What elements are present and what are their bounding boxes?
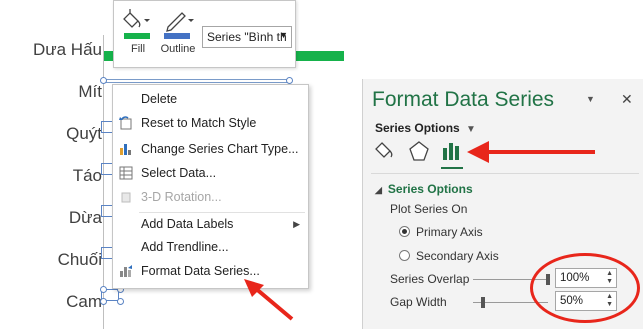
fill-button[interactable]: Fill — [118, 7, 158, 55]
menu-item-change-chart-type[interactable]: Change Series Chart Type... — [113, 138, 308, 160]
series-overlap-label: Series Overlap — [390, 272, 470, 286]
series-select-dropdown[interactable]: Series "Bình th ▼ — [202, 26, 292, 48]
pane-title: Format Data Series — [372, 88, 555, 111]
active-tab-indicator — [441, 167, 463, 169]
menu-item-select-data[interactable]: Select Data... — [113, 162, 308, 184]
pen-outline-icon — [164, 12, 194, 39]
annotation-arrow — [244, 279, 294, 321]
series-select-value: Series "Bình th — [207, 30, 287, 44]
selection-handle[interactable] — [100, 298, 107, 305]
pane-divider — [371, 173, 639, 174]
section-title: Series Options — [387, 182, 473, 196]
menu-item-3d-rotation: 3-D Rotation... — [113, 186, 308, 208]
category-label: Dừa — [68, 208, 102, 227]
series-options-dropdown[interactable]: Series Options ▼ — [375, 121, 476, 135]
3d-rotation-icon — [121, 192, 131, 203]
series-options-label: Series Options — [375, 121, 460, 135]
primary-axis-radio[interactable]: Primary Axis — [399, 225, 483, 239]
outline-label: Outline — [160, 43, 196, 55]
menu-item-label: Select Data... — [141, 166, 217, 180]
reset-style-icon — [119, 116, 132, 130]
outline-button[interactable]: Outline — [158, 7, 198, 55]
selection-handle[interactable] — [117, 298, 124, 305]
selection-handle[interactable] — [100, 77, 107, 84]
menu-item-label: Add Data Labels — [141, 217, 234, 231]
effects-tab-icon[interactable] — [407, 139, 431, 163]
secondary-axis-radio[interactable]: Secondary Axis — [399, 249, 499, 263]
submenu-arrow-icon: ▶ — [293, 219, 300, 229]
category-label: Táo — [72, 166, 102, 185]
menu-item-add-trendline[interactable]: Add Trendline... — [113, 236, 308, 258]
menu-item-label: Reset to Match Style — [141, 116, 257, 130]
fill-label: Fill — [130, 43, 146, 55]
chevron-down-icon: ▼ — [279, 30, 288, 40]
menu-item-delete[interactable]: Delete — [113, 88, 308, 110]
series-options-section-header[interactable]: ◢ Series Options — [375, 182, 473, 196]
annotation-arrow — [467, 141, 595, 163]
gap-width-slider-thumb[interactable] — [481, 297, 485, 308]
context-menu: Delete Reset to Match Style Change Serie… — [112, 84, 309, 289]
pane-options-dropdown[interactable]: ▼ — [586, 94, 595, 104]
menu-item-add-data-labels[interactable]: Add Data Labels ▶ — [113, 213, 308, 235]
format-series-icon — [120, 265, 132, 277]
plot-series-on-label: Plot Series On — [390, 202, 468, 216]
menu-item-label: Add Trendline... — [141, 240, 229, 254]
collapse-triangle-icon: ◢ — [375, 185, 382, 195]
gap-width-label: Gap Width — [390, 295, 447, 309]
menu-item-label: Delete — [141, 92, 178, 106]
selection-handle[interactable] — [286, 77, 293, 84]
radio-button-selected[interactable] — [399, 226, 410, 237]
paint-bucket-icon — [123, 9, 150, 39]
category-label: Quýt — [66, 124, 102, 143]
chart-type-icon — [120, 144, 131, 155]
series-options-tab-icon[interactable] — [440, 139, 464, 163]
radio-button[interactable] — [399, 250, 410, 261]
mini-toolbar: Fill Outline Series "Bình th ▼ — [113, 0, 296, 68]
annotation-ellipse — [530, 253, 640, 323]
fill-line-tab-icon[interactable] — [373, 139, 397, 163]
category-label: Mít — [78, 82, 102, 101]
menu-item-reset-style[interactable]: Reset to Match Style — [113, 112, 308, 134]
selected-series-bar[interactable] — [104, 79, 289, 83]
category-label: Chuối — [57, 250, 102, 269]
selection-handle[interactable] — [100, 286, 107, 293]
close-icon[interactable]: ✕ — [621, 91, 633, 108]
category-label: Dưa Hấu — [32, 40, 102, 59]
primary-axis-label: Primary Axis — [416, 225, 483, 239]
category-label: Cam — [66, 292, 102, 311]
menu-item-label: Change Series Chart Type... — [141, 142, 299, 156]
chevron-down-icon: ▼ — [466, 124, 476, 135]
secondary-axis-label: Secondary Axis — [416, 249, 499, 263]
select-data-icon — [119, 166, 133, 180]
menu-item-label: 3-D Rotation... — [141, 190, 222, 204]
